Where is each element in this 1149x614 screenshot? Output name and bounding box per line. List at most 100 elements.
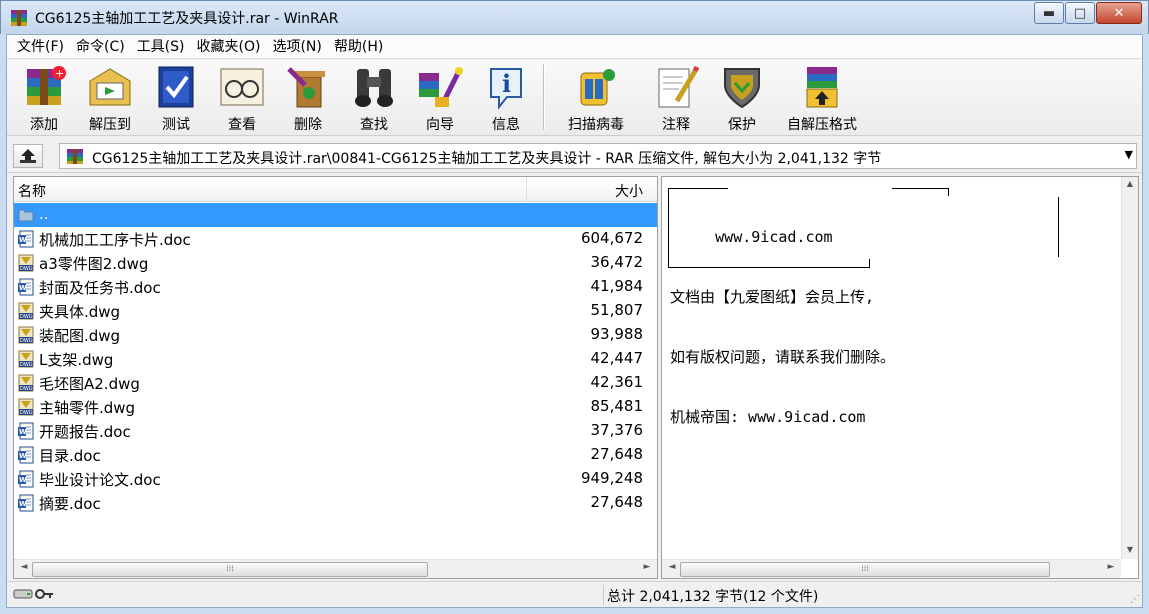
file-name: 开题报告.doc (39, 423, 131, 441)
info-button[interactable]: i 信息 (473, 60, 539, 134)
svg-text:W: W (19, 476, 27, 484)
svg-text:W: W (19, 284, 27, 292)
dwg-file-icon: DWG (18, 350, 34, 368)
drive-icon[interactable] (13, 588, 33, 600)
file-name: 机械加工工序卡片.doc (39, 231, 191, 249)
comment-pane: www.9icad.com 文档由【九爱图纸】会员上传, 如有版权问题，请联系我… (661, 176, 1139, 579)
file-name: a3零件图2.dwg (39, 255, 149, 273)
address-bar: CG6125主轴加工工艺及夹具设计.rar\00841-CG6125主轴加工工艺… (7, 139, 1142, 173)
dwg-file-icon: DWG (18, 374, 34, 392)
info-icon: i (490, 68, 522, 110)
comment-line: 如有版权问题，请联系我们删除。 (670, 348, 896, 366)
file-size: 85,481 (590, 397, 644, 415)
file-list-header: 名称 大小 (14, 177, 657, 202)
test-button[interactable]: 测试 (143, 60, 209, 134)
minimize-button[interactable]: ▬ (1034, 2, 1064, 24)
virus-scan-button[interactable]: 扫描病毒 (549, 60, 643, 134)
find-button[interactable]: 查找 (341, 60, 407, 134)
maximize-button[interactable]: □ (1065, 2, 1095, 24)
scrollbar-thumb[interactable]: ⁞⁞⁞ (32, 562, 428, 577)
svg-text:DWG: DWG (20, 362, 33, 368)
protect-icon (724, 68, 760, 109)
file-row[interactable]: DWG 装配图.dwg 93,988 (14, 323, 657, 347)
file-row[interactable]: W 机械加工工序卡片.doc 604,672 (14, 227, 657, 251)
window-client: 文件(F) 命令(C) 工具(S) 收藏夹(O) 选项(N) 帮助(H) + 添… (6, 34, 1143, 608)
menu-help[interactable]: 帮助(H) (328, 36, 389, 58)
protect-label: 保护 (728, 117, 756, 133)
toolbar: + 添加 解压到 测试 查看 删除 查找 向导 i 信息 扫描病毒 注释 保护 … (7, 60, 1142, 136)
comment-box-border (948, 188, 949, 196)
horizontal-scrollbar[interactable]: ◄ ⁞⁞⁞ ► (14, 559, 657, 578)
scroll-left-icon[interactable]: ◄ (665, 562, 679, 576)
svg-text:W: W (19, 452, 27, 460)
file-size: 949,248 (580, 469, 643, 487)
file-name: 夹具体.dwg (39, 303, 121, 321)
view-icon (220, 68, 264, 106)
file-row[interactable]: W 目录.doc 27,648 (14, 443, 657, 467)
scroll-right-icon[interactable]: ► (1104, 562, 1118, 576)
file-row[interactable]: DWG L支架.dwg 42,447 (14, 347, 657, 371)
delete-label: 删除 (294, 117, 322, 133)
menu-tools[interactable]: 工具(S) (131, 36, 191, 58)
file-row[interactable]: W 开题报告.doc 37,376 (14, 419, 657, 443)
up-one-level-button[interactable] (13, 144, 43, 168)
add-button[interactable]: + 添加 (11, 60, 77, 134)
delete-button[interactable]: 删除 (275, 60, 341, 134)
extract-to-button[interactable]: 解压到 (77, 60, 143, 134)
file-row[interactable]: DWG a3零件图2.dwg 36,472 (14, 251, 657, 275)
menu-commands[interactable]: 命令(C) (70, 36, 131, 58)
dwg-file-icon: DWG (18, 398, 34, 416)
dwg-file-icon: DWG (18, 302, 34, 320)
file-row[interactable]: .. (14, 203, 657, 227)
column-header-name[interactable]: 名称 (18, 181, 46, 201)
info-label: 信息 (492, 117, 520, 133)
scroll-left-icon[interactable]: ◄ (17, 562, 31, 576)
file-row[interactable]: W 摘要.doc 27,648 (14, 491, 657, 515)
resize-grip-icon[interactable]: ⋰ (1130, 594, 1140, 605)
scroll-right-icon[interactable]: ► (640, 562, 654, 576)
menu-bar: 文件(F) 命令(C) 工具(S) 收藏夹(O) 选项(N) 帮助(H) (7, 35, 1142, 59)
file-size: 41,984 (590, 277, 644, 295)
address-field[interactable]: CG6125主轴加工工艺及夹具设计.rar\00841-CG6125主轴加工工艺… (59, 143, 1137, 169)
status-separator (603, 585, 604, 605)
comment-button[interactable]: 注释 (643, 60, 709, 134)
svg-text:W: W (19, 500, 27, 508)
close-button[interactable]: ✕ (1096, 2, 1142, 24)
test-icon (158, 66, 194, 108)
comment-box-border (892, 188, 948, 189)
word-doc-icon: W (18, 494, 34, 512)
file-list-pane: 名称 大小 .. W 机械加工工序卡片.doc 604,672 DWG a3零件图2.dw… (13, 176, 658, 579)
horizontal-scrollbar[interactable]: ◄ ⁞⁞⁞ ► (662, 559, 1121, 578)
word-doc-icon: W (18, 446, 34, 464)
file-row[interactable]: W 毕业设计论文.doc 949,248 (14, 467, 657, 491)
column-header-size[interactable]: 大小 (615, 181, 643, 201)
status-total: 总计 2,041,132 字节(12 个文件) (607, 589, 819, 605)
file-row[interactable]: DWG 毛坯图A2.dwg 42,361 (14, 371, 657, 395)
virus-scan-icon (580, 69, 615, 106)
title-bar[interactable]: CG6125主轴加工工艺及夹具设计.rar - WinRAR ▬ □ ✕ (0, 0, 1149, 34)
menu-options[interactable]: 选项(N) (266, 36, 327, 58)
sfx-button[interactable]: 自解压格式 (775, 60, 869, 134)
scroll-up-icon[interactable]: ▲ (1124, 179, 1136, 191)
vertical-scrollbar[interactable]: ▲ ▼ (1121, 177, 1138, 559)
file-row[interactable]: DWG 主轴零件.dwg 85,481 (14, 395, 657, 419)
address-path: CG6125主轴加工工艺及夹具设计.rar\00841-CG6125主轴加工工艺… (92, 151, 882, 167)
winrar-app-icon (11, 10, 27, 26)
file-row[interactable]: DWG 夹具体.dwg 51,807 (14, 299, 657, 323)
address-dropdown-icon[interactable]: ▼ (1125, 148, 1133, 161)
view-button[interactable]: 查看 (209, 60, 275, 134)
file-size: 42,361 (590, 373, 644, 391)
column-divider[interactable] (526, 177, 527, 202)
file-row[interactable]: W 封面及任务书.doc 41,984 (14, 275, 657, 299)
menu-file[interactable]: 文件(F) (11, 36, 70, 58)
wizard-button[interactable]: 向导 (407, 60, 473, 134)
scroll-down-icon[interactable]: ▼ (1124, 545, 1136, 557)
protect-button[interactable]: 保护 (709, 60, 775, 134)
window-title: CG6125主轴加工工艺及夹具设计.rar - WinRAR (35, 11, 339, 27)
menu-favorites[interactable]: 收藏夹(O) (191, 36, 267, 58)
scrollbar-thumb[interactable]: ⁞⁞⁞ (680, 562, 1050, 577)
svg-text:DWG: DWG (20, 314, 33, 320)
add-icon: + (27, 66, 66, 105)
comment-box-border (1058, 197, 1059, 257)
key-icon[interactable] (35, 588, 55, 600)
